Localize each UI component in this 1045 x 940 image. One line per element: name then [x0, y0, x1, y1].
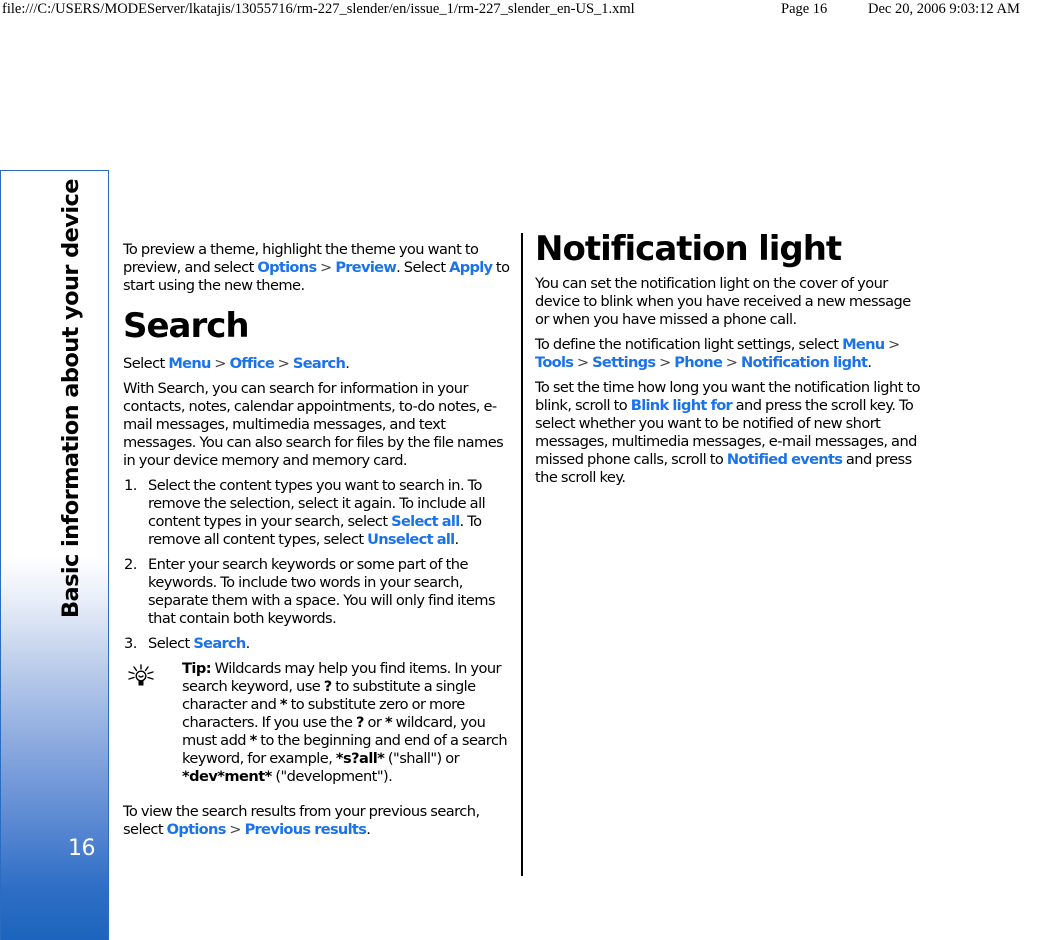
- path-separator: >: [655, 354, 675, 371]
- link-options[interactable]: Options: [167, 821, 227, 838]
- link-preview[interactable]: Preview: [335, 259, 396, 276]
- section-heading-search: Search: [123, 306, 250, 346]
- tip-label: Tip:: [182, 660, 212, 677]
- example-code: *dev*ment*: [182, 768, 272, 785]
- link-notification-light[interactable]: Notification light: [741, 354, 868, 371]
- link-options[interactable]: Options: [257, 259, 317, 276]
- path-separator: >: [573, 354, 593, 371]
- list-item: 1. Select the content types you want to …: [123, 477, 515, 549]
- path-separator: >: [210, 355, 230, 372]
- column-divider: [521, 233, 523, 876]
- print-date: Dec 20, 2006 9:03:12 AM: [868, 1, 1020, 17]
- link-menu[interactable]: Menu: [168, 355, 211, 372]
- link-phone[interactable]: Phone: [674, 354, 723, 371]
- link-previous-results[interactable]: Previous results: [245, 821, 367, 838]
- path-separator: >: [884, 336, 900, 353]
- path-separator: >: [274, 355, 293, 372]
- list-item: 2. Enter your search keywords or some pa…: [123, 556, 515, 628]
- link-tools[interactable]: Tools: [535, 354, 574, 371]
- tip-box: Tip: Wildcards may help you find items. …: [123, 660, 515, 786]
- path-separator: >: [316, 259, 336, 276]
- blink-settings-paragraph: To set the time how long you want the no…: [535, 379, 927, 487]
- page-indicator: Page 16: [781, 1, 828, 17]
- notification-intro: You can set the notification light on th…: [535, 275, 911, 328]
- text: .: [867, 354, 872, 371]
- text: Select: [148, 635, 194, 652]
- wildcard-code: ?: [356, 714, 364, 731]
- link-select-all[interactable]: Select all: [391, 513, 460, 530]
- text: .: [345, 355, 350, 372]
- link-blink-light-for[interactable]: Blink light for: [631, 397, 733, 414]
- text: Select: [123, 355, 169, 372]
- text: ("development").: [271, 768, 393, 785]
- link-search[interactable]: Search: [293, 355, 346, 372]
- text: or: [363, 714, 385, 731]
- link-menu[interactable]: Menu: [842, 336, 885, 353]
- previous-results-paragraph: To view the search results from your pre…: [123, 803, 515, 839]
- search-description: With Search, you can search for informat…: [123, 380, 504, 469]
- text: . Select: [396, 259, 450, 276]
- link-unselect-all[interactable]: Unselect all: [367, 531, 455, 548]
- step-number: 3.: [124, 635, 137, 652]
- text: ("shall") or: [384, 750, 460, 767]
- link-notified-events[interactable]: Notified events: [727, 451, 843, 468]
- section-heading-notification-light: Notification light: [535, 229, 842, 269]
- text: .: [454, 531, 459, 548]
- path-separator: >: [225, 821, 245, 838]
- text: Enter your search keywords or some part …: [148, 556, 496, 627]
- link-search[interactable]: Search: [193, 635, 246, 652]
- notification-settings-path: To define the notification light setting…: [535, 336, 927, 372]
- chapter-side-tab: [0, 170, 109, 940]
- theme-preview-paragraph: To preview a theme, highlight the theme …: [123, 241, 515, 295]
- text: .: [245, 635, 251, 652]
- wildcard-code: *: [384, 714, 393, 731]
- link-office[interactable]: Office: [230, 355, 275, 372]
- step-number: 2.: [124, 556, 137, 573]
- text: .: [366, 821, 371, 838]
- search-path-paragraph: Select Menu > Office > Search.: [123, 355, 515, 373]
- left-column: To preview a theme, highlight the theme …: [123, 241, 515, 846]
- print-header: file:///C:/USERS/MODEServer/lkatajis/130…: [0, 0, 1045, 18]
- file-url: file:///C:/USERS/MODEServer/lkatajis/130…: [2, 1, 635, 17]
- path-separator: >: [722, 354, 742, 371]
- wildcard-code: *: [249, 732, 258, 749]
- wildcard-code: *: [279, 696, 288, 713]
- text: To define the notification light setting…: [535, 336, 843, 353]
- chapter-title: Basic information about your device: [58, 179, 84, 618]
- step-number: 1.: [124, 477, 137, 494]
- list-item: 3. Select Search.: [123, 635, 515, 653]
- example-code: *s?all*: [335, 750, 385, 767]
- page-number: 16: [68, 836, 96, 861]
- link-settings[interactable]: Settings: [592, 354, 656, 371]
- search-steps-list: 1. Select the content types you want to …: [123, 477, 515, 653]
- link-apply[interactable]: Apply: [449, 259, 493, 276]
- lightbulb-icon: [128, 664, 154, 686]
- right-column: Notification light You can set the notif…: [535, 229, 927, 494]
- wildcard-code: ?: [323, 678, 332, 695]
